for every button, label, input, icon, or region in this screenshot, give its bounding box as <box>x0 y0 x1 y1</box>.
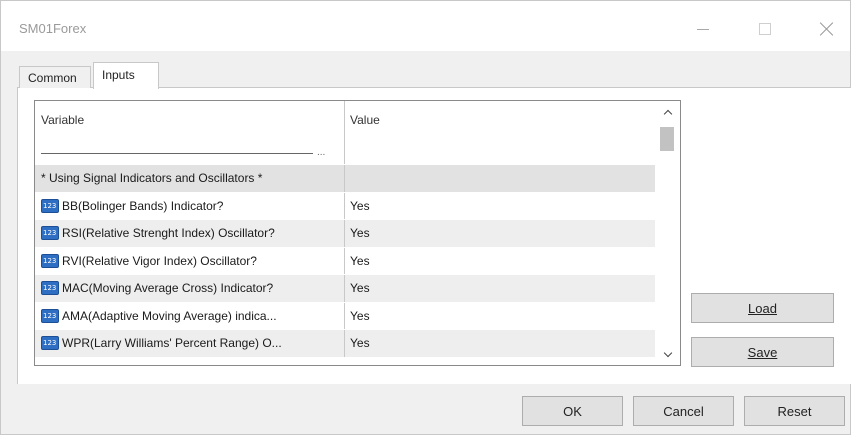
scroll-down-button[interactable] <box>656 345 680 363</box>
integer-parameter-icon <box>41 198 59 213</box>
variable-cell: BB(Bolinger Bands) Indicator? <box>35 192 345 219</box>
column-header-variable-label: Variable <box>41 113 85 127</box>
integer-parameter-icon <box>41 253 59 268</box>
variable-cell: RVI(Relative Vigor Index) Oscillator? <box>35 247 345 274</box>
reset-button[interactable]: Reset <box>744 396 845 426</box>
maximize-icon <box>759 23 771 35</box>
value-cell[interactable]: Yes <box>346 303 655 330</box>
load-button-label: Load <box>748 300 777 316</box>
minimize-button[interactable] <box>681 11 725 47</box>
grid-table: Variable ... Value * Using Signal Indica… <box>35 101 655 358</box>
group-label: * Using Signal Indicators and Oscillator… <box>35 165 345 192</box>
variable-name: MAC(Moving Average Cross) Indicator? <box>62 281 274 296</box>
table-row[interactable]: AMA(Adaptive Moving Average) indica... Y… <box>35 302 655 330</box>
group-row[interactable]: * Using Signal Indicators and Oscillator… <box>35 165 655 193</box>
chevron-up-icon <box>663 109 673 118</box>
table-row[interactable]: WPR(Larry Williams' Percent Range) O... … <box>35 330 655 358</box>
close-icon <box>820 22 834 36</box>
variable-name: AMA(Adaptive Moving Average) indica... <box>62 308 277 323</box>
ok-button-label: OK <box>563 403 582 419</box>
load-button[interactable]: Load <box>691 293 834 323</box>
vertical-scrollbar[interactable] <box>656 101 680 365</box>
title-bar: SM01Forex <box>1 1 850 51</box>
window-title: SM01Forex <box>19 21 87 36</box>
tab-common[interactable]: Common <box>19 66 91 88</box>
integer-parameter-icon <box>41 336 59 351</box>
table-row[interactable]: RVI(Relative Vigor Index) Oscillator? Ye… <box>35 247 655 275</box>
value-cell[interactable]: Yes <box>346 330 655 357</box>
variable-cell: AMA(Adaptive Moving Average) indica... <box>35 302 345 329</box>
value-cell[interactable]: Yes <box>346 275 655 302</box>
grid-header-row: Variable ... Value <box>35 101 655 165</box>
integer-parameter-icon <box>41 226 59 241</box>
table-row[interactable]: BB(Bolinger Bands) Indicator? Yes <box>35 192 655 220</box>
variable-cell: RSI(Relative Strenght Index) Oscillator? <box>35 220 345 247</box>
scroll-thumb[interactable] <box>660 127 674 151</box>
value-cell[interactable]: Yes <box>346 193 655 220</box>
variable-name: WPR(Larry Williams' Percent Range) O... <box>62 336 282 351</box>
minimize-icon <box>697 28 709 30</box>
close-button[interactable] <box>805 11 849 47</box>
scroll-up-button[interactable] <box>656 103 680 121</box>
column-header-variable[interactable]: Variable <box>35 101 345 164</box>
inputs-grid[interactable]: Variable ... Value * Using Signal Indica… <box>34 100 681 366</box>
variable-name: BB(Bolinger Bands) Indicator? <box>62 198 224 213</box>
variable-name: RSI(Relative Strenght Index) Oscillator? <box>62 226 275 241</box>
cancel-button[interactable]: Cancel <box>633 396 734 426</box>
table-row[interactable]: MAC(Moving Average Cross) Indicator? Yes <box>35 275 655 303</box>
value-cell[interactable]: Yes <box>346 220 655 247</box>
header-separator-text: ... <box>317 147 326 158</box>
cancel-button-label: Cancel <box>663 403 704 419</box>
variable-cell: WPR(Larry Williams' Percent Range) O... <box>35 330 345 357</box>
variable-name: RVI(Relative Vigor Index) Oscillator? <box>62 253 257 268</box>
ok-button[interactable]: OK <box>522 396 623 426</box>
variable-cell: MAC(Moving Average Cross) Indicator? <box>35 275 345 302</box>
reset-button-label: Reset <box>777 403 812 419</box>
save-button-label: Save <box>747 344 778 360</box>
table-row[interactable]: RSI(Relative Strenght Index) Oscillator?… <box>35 220 655 248</box>
value-cell[interactable]: Yes <box>346 248 655 275</box>
integer-parameter-icon <box>41 308 59 323</box>
column-header-value[interactable]: Value <box>346 101 655 164</box>
maximize-button[interactable] <box>743 11 787 47</box>
group-value <box>346 165 655 192</box>
dialog-window: SM01Forex Common Inputs Variable ... Val… <box>0 0 851 435</box>
chevron-down-icon <box>663 348 673 357</box>
column-header-value-label: Value <box>350 113 380 127</box>
tab-inputs[interactable]: Inputs <box>93 62 159 89</box>
save-button[interactable]: Save <box>691 337 834 367</box>
header-separator-line <box>41 153 313 154</box>
integer-parameter-icon <box>41 281 59 296</box>
